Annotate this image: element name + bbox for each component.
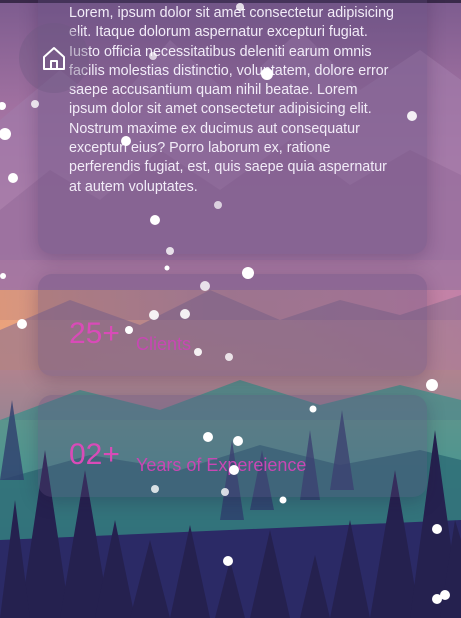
stat-number: 25+ — [69, 317, 120, 350]
stat-label: Years of Expereience — [136, 455, 307, 475]
about-card: Lorem, ipsum dolor sit amet consectetur … — [38, 0, 427, 254]
home-icon — [43, 47, 65, 70]
about-text: Lorem, ipsum dolor sit amet consectetur … — [69, 5, 395, 195]
stat-card-years: 02+ Years of Expereience — [38, 395, 427, 497]
stat-card-clients: 25+ Clients — [38, 274, 427, 376]
stat-label: Clients — [136, 334, 192, 354]
home-button[interactable] — [19, 23, 89, 93]
stat-number: 02+ — [69, 438, 120, 471]
